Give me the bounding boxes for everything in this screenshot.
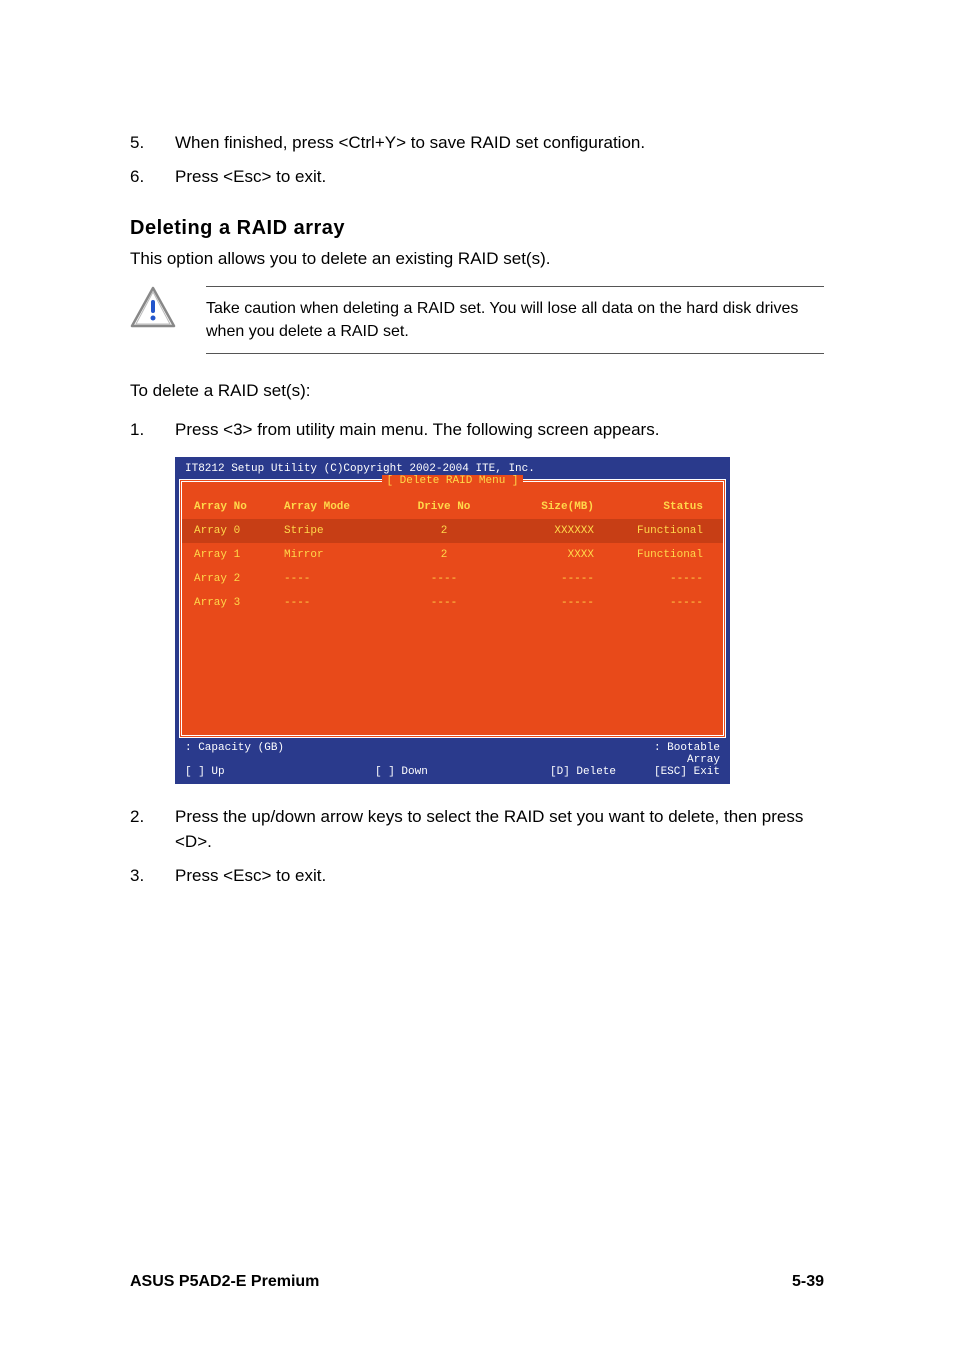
bios-cell: Stripe bbox=[284, 525, 394, 537]
bios-cell: 2 bbox=[394, 549, 494, 561]
bios-cell: XXXX bbox=[494, 549, 594, 561]
step-number: 6. bbox=[130, 164, 175, 190]
bios-cell: Array 2 bbox=[194, 573, 284, 585]
bios-cell: ---- bbox=[394, 573, 494, 585]
top-steps-list: 5.When finished, press <Ctrl+Y> to save … bbox=[130, 130, 824, 189]
bios-cell: ---- bbox=[284, 573, 394, 585]
footer-delete: [D] Delete bbox=[550, 766, 648, 778]
bottom-steps-list: 2.Press the up/down arrow keys to select… bbox=[130, 804, 824, 889]
numbered-step: 2.Press the up/down arrow keys to select… bbox=[130, 804, 824, 855]
bios-cell: Mirror bbox=[284, 549, 394, 561]
numbered-step: 3.Press <Esc> to exit. bbox=[130, 863, 824, 889]
bios-cell: Array 3 bbox=[194, 597, 284, 609]
step-number: 3. bbox=[130, 863, 175, 889]
footer-left: ASUS P5AD2-E Premium bbox=[130, 1273, 319, 1291]
section-heading: Deleting a RAID array bbox=[130, 217, 824, 240]
caution-text: Take caution when deleting a RAID set. Y… bbox=[206, 286, 824, 354]
bios-cell: ----- bbox=[594, 597, 711, 609]
bios-cell: 2 bbox=[394, 525, 494, 537]
step-number: 1. bbox=[130, 417, 175, 443]
bios-cell: Functional bbox=[594, 549, 711, 561]
bios-cell: ----- bbox=[594, 573, 711, 585]
footer-bootable: : Bootable Array bbox=[648, 742, 720, 766]
col-array-no: Array No bbox=[194, 501, 284, 513]
caution-icon bbox=[130, 286, 176, 333]
step-text: Press <3> from utility main menu. The fo… bbox=[175, 417, 824, 443]
bios-cell: Array 0 bbox=[194, 525, 284, 537]
bios-rows: Array 0Stripe2XXXXXXFunctionalArray 1Mir… bbox=[182, 519, 723, 615]
bios-cell: ----- bbox=[494, 573, 594, 585]
bios-cell: ----- bbox=[494, 597, 594, 609]
bios-screenshot: IT8212 Setup Utility (C)Copyright 2002-2… bbox=[175, 457, 730, 784]
bios-footer: : Capacity (GB) : Bootable Array [ ] Up … bbox=[175, 738, 730, 778]
bios-header-row: Array No Array Mode Drive No Size(MB) St… bbox=[182, 495, 723, 519]
pre-steps-text: To delete a RAID set(s): bbox=[130, 378, 824, 404]
step-text: Press <Esc> to exit. bbox=[175, 863, 824, 889]
bios-array-row: Array 1Mirror2XXXXFunctional bbox=[182, 543, 723, 567]
numbered-step: 5.When finished, press <Ctrl+Y> to save … bbox=[130, 130, 824, 156]
col-array-mode: Array Mode bbox=[284, 501, 394, 513]
footer-down: [ ] Down bbox=[375, 766, 550, 778]
bios-cell: Array 1 bbox=[194, 549, 284, 561]
step-text: When finished, press <Ctrl+Y> to save RA… bbox=[175, 130, 824, 156]
bios-menu-title: [ Delete RAID Menu ] bbox=[182, 475, 723, 487]
footer-up: [ ] Up bbox=[185, 766, 375, 778]
col-size: Size(MB) bbox=[494, 501, 594, 513]
section-intro: This option allows you to delete an exis… bbox=[130, 246, 824, 272]
step-text: Press the up/down arrow keys to select t… bbox=[175, 804, 824, 855]
mid-steps-list: 1.Press <3> from utility main menu. The … bbox=[130, 417, 824, 443]
page-footer: ASUS P5AD2-E Premium 5-39 bbox=[130, 1273, 824, 1291]
bios-spacer bbox=[182, 615, 723, 735]
numbered-step: 6.Press <Esc> to exit. bbox=[130, 164, 824, 190]
col-drive-no: Drive No bbox=[394, 501, 494, 513]
bios-panel: [ Delete RAID Menu ] Array No Array Mode… bbox=[179, 479, 726, 738]
bios-cell: ---- bbox=[284, 597, 394, 609]
step-number: 2. bbox=[130, 804, 175, 855]
footer-right: 5-39 bbox=[792, 1273, 824, 1291]
caution-note: Take caution when deleting a RAID set. Y… bbox=[130, 286, 824, 354]
col-status: Status bbox=[594, 501, 711, 513]
bios-array-row: Array 2------------------ bbox=[182, 567, 723, 591]
bios-array-row: Array 3------------------ bbox=[182, 591, 723, 615]
footer-capacity: : Capacity (GB) bbox=[185, 742, 375, 766]
bios-array-row: Array 0Stripe2XXXXXXFunctional bbox=[182, 519, 723, 543]
footer-exit: [ESC] Exit bbox=[648, 766, 720, 778]
step-number: 5. bbox=[130, 130, 175, 156]
bios-cell: ---- bbox=[394, 597, 494, 609]
step-text: Press <Esc> to exit. bbox=[175, 164, 824, 190]
bios-cell: Functional bbox=[594, 525, 711, 537]
bios-cell: XXXXXX bbox=[494, 525, 594, 537]
numbered-step: 1.Press <3> from utility main menu. The … bbox=[130, 417, 824, 443]
